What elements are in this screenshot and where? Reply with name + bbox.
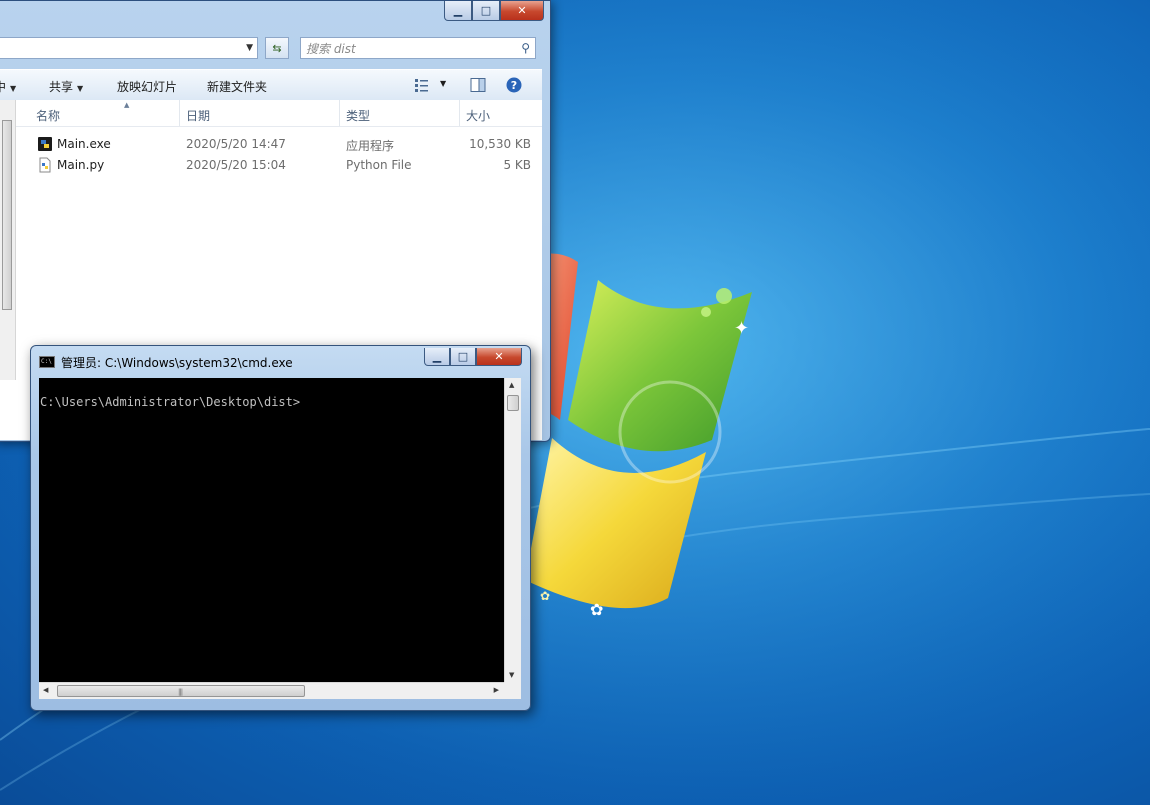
chevron-down-icon[interactable]: ▼ xyxy=(246,43,253,53)
scrollbar-thumb[interactable] xyxy=(2,120,12,310)
file-date: 2020/5/20 15:04 xyxy=(186,158,286,172)
command-prompt: C:\Users\Administrator\Desktop\dist> xyxy=(40,395,301,409)
svg-text:✿: ✿ xyxy=(540,589,550,603)
file-name: Main.py xyxy=(57,158,105,172)
cmd-window: C:\ 管理员: C:\Windows\system32\cmd.exe ▁ □… xyxy=(30,345,531,711)
scroll-left-icon[interactable]: ◀ xyxy=(43,686,48,694)
nav-pane-scrollbar[interactable] xyxy=(0,100,16,380)
grip-icon: ||| xyxy=(178,688,183,696)
close-icon: ✕ xyxy=(517,4,527,17)
maximize-button[interactable]: □ xyxy=(450,348,476,366)
share-button[interactable]: 共享 ▼ xyxy=(49,78,83,95)
file-row-main-exe[interactable]: Main.exe 2020/5/20 14:47 应用程序 10,530 KB xyxy=(16,134,542,154)
address-bar[interactable]: ▼ xyxy=(0,37,258,59)
chevron-down-icon[interactable]: ▼ xyxy=(440,79,446,88)
scroll-down-icon[interactable]: ▼ xyxy=(509,671,514,679)
sort-ascending-icon: ▲ xyxy=(124,101,130,109)
minimize-icon: ▁ xyxy=(432,350,442,363)
scroll-up-icon[interactable]: ▲ xyxy=(509,381,514,389)
column-header-size[interactable]: 大小 xyxy=(466,107,490,124)
python-file-icon xyxy=(39,157,51,173)
new-folder-button[interactable]: 新建文件夹 xyxy=(207,78,267,95)
column-header-date[interactable]: 日期 xyxy=(186,107,210,124)
refresh-icon: ⇆ xyxy=(272,41,282,55)
svg-text:✦: ✦ xyxy=(734,318,749,339)
scrollbar-thumb[interactable] xyxy=(507,395,519,411)
svg-text:✿: ✿ xyxy=(590,600,603,619)
preview-pane-icon[interactable] xyxy=(470,77,486,93)
organize-button[interactable]: 中 ▼ xyxy=(0,78,16,95)
explorer-caption-buttons: ▁ □ ✕ xyxy=(444,1,544,21)
command-bar: 中 ▼ 共享 ▼ 放映幻灯片 新建文件夹 ▼ ? xyxy=(0,69,542,101)
help-icon[interactable]: ? xyxy=(506,77,522,93)
svg-text:?: ? xyxy=(511,79,517,92)
organize-label: 中 xyxy=(0,80,7,94)
search-icon[interactable]: ⚲ xyxy=(521,41,530,55)
file-type: 应用程序 xyxy=(346,139,395,153)
column-headers: ▲ 名称 日期 类型 大小 xyxy=(16,100,542,127)
minimize-icon: ▁ xyxy=(453,4,463,17)
column-header-type[interactable]: 类型 xyxy=(346,107,370,124)
column-divider xyxy=(339,100,340,126)
maximize-icon: □ xyxy=(457,350,469,363)
column-header-name[interactable]: 名称 xyxy=(36,107,60,124)
share-label: 共享 xyxy=(49,80,74,94)
exe-icon xyxy=(38,137,52,151)
column-divider xyxy=(179,100,180,126)
console-app-icon: C:\ xyxy=(39,356,55,368)
file-date: 2020/5/20 14:47 xyxy=(186,137,286,151)
file-size: 5 KB xyxy=(503,158,531,172)
view-options-icon[interactable] xyxy=(414,77,430,93)
file-row-main-py[interactable]: Main.py 2020/5/20 15:04 Python File 5 KB xyxy=(16,155,542,175)
close-icon: ✕ xyxy=(494,350,504,363)
chevron-down-icon: ▼ xyxy=(10,84,17,93)
console-output[interactable]: C:\Users\Administrator\Desktop\dist> xyxy=(39,378,504,682)
chevron-down-icon: ▼ xyxy=(77,84,84,93)
refresh-button[interactable]: ⇆ xyxy=(265,37,289,59)
close-button[interactable]: ✕ xyxy=(476,348,522,366)
column-divider xyxy=(459,100,460,126)
maximize-icon: □ xyxy=(480,4,492,17)
close-button[interactable]: ✕ xyxy=(500,1,544,21)
slideshow-button[interactable]: 放映幻灯片 xyxy=(117,78,177,95)
scrollbar-thumb[interactable]: ||| xyxy=(57,685,305,697)
horizontal-scrollbar[interactable]: ◀ ||| ▶ xyxy=(39,682,504,699)
file-type: Python File xyxy=(346,158,412,172)
vertical-scrollbar[interactable]: ▲ ▼ xyxy=(504,378,521,682)
cmd-caption-buttons: ▁ □ ✕ xyxy=(424,348,522,366)
file-size: 10,530 KB xyxy=(469,137,531,151)
address-row: ▼ ⇆ 搜索 dist ⚲ xyxy=(0,37,542,61)
search-placeholder: 搜索 dist xyxy=(306,41,356,56)
cmd-window-title: 管理员: C:\Windows\system32\cmd.exe xyxy=(61,356,293,370)
minimize-button[interactable]: ▁ xyxy=(444,1,472,21)
search-input[interactable]: 搜索 dist ⚲ xyxy=(300,37,536,59)
maximize-button[interactable]: □ xyxy=(472,1,500,21)
scroll-right-icon[interactable]: ▶ xyxy=(494,686,499,694)
minimize-button[interactable]: ▁ xyxy=(424,348,450,366)
file-name: Main.exe xyxy=(57,137,111,151)
scrollbar-corner xyxy=(504,682,521,699)
